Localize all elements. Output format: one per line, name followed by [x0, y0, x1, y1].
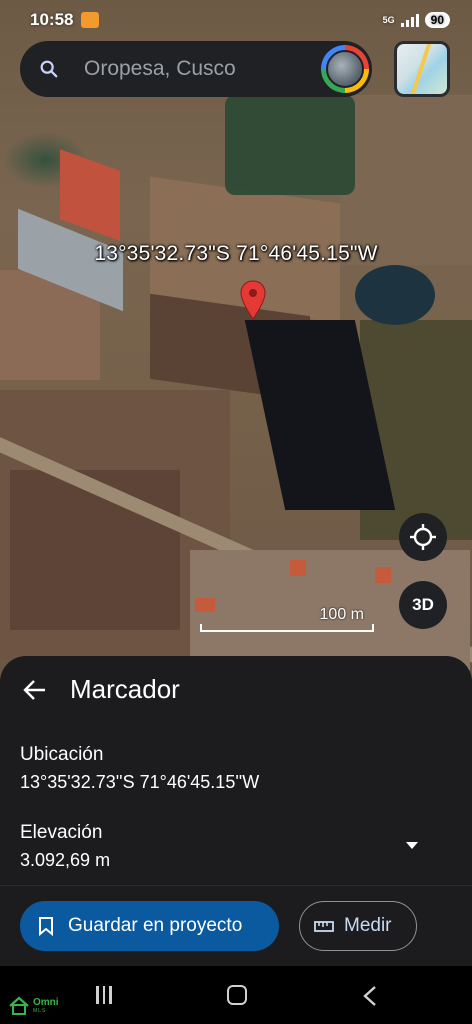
watermark-text: Omni [33, 997, 59, 1008]
network-type: 5G [382, 14, 395, 25]
back-icon[interactable] [362, 986, 378, 1006]
scale-bar [200, 624, 374, 632]
map-building [60, 149, 120, 241]
measure-button-label: Medir [344, 915, 392, 936]
search-icon [40, 60, 58, 78]
watermark-subtext: MLS [33, 1008, 47, 1014]
measure-button[interactable]: Medir [299, 901, 417, 951]
status-time: 10:58 [30, 10, 74, 29]
map-building [375, 567, 391, 583]
3d-toggle-button[interactable]: 3D [399, 581, 447, 629]
location-label: Ubicación [20, 744, 104, 765]
search-bar[interactable]: Oropesa, Cusco [20, 41, 372, 97]
map-pin-icon[interactable] [240, 280, 266, 320]
sheet-title: Marcador [70, 674, 180, 704]
divider [0, 885, 472, 886]
save-button-label: Guardar en proyecto [68, 915, 243, 936]
map-wetland [225, 95, 355, 195]
home-icon[interactable] [227, 985, 247, 1005]
signal-icon [400, 13, 419, 27]
save-to-project-button[interactable]: Guardar en proyecto [20, 901, 279, 951]
map-scale: 100 m [200, 606, 374, 632]
watermark-logo: Omni MLS [8, 996, 59, 1016]
bookmark-icon [39, 917, 53, 936]
map-building [290, 560, 306, 576]
notification-icon [81, 12, 100, 28]
battery-indicator: 90 [424, 12, 450, 28]
map-pond [355, 265, 435, 325]
account-avatar[interactable] [321, 45, 369, 93]
status-bar: 10:58 5G 90 [0, 0, 472, 40]
dropdown-arrow-icon[interactable] [404, 841, 420, 851]
system-nav-bar [0, 966, 472, 1024]
crosshair-icon [410, 524, 436, 550]
pin-coordinates-label: 13°35'32.73"S 71°46'45.15"W [94, 242, 378, 265]
location-value: 13°35'32.73''S 71°46'45.15''W [20, 772, 260, 792]
scale-label: 100 m [319, 606, 364, 623]
map-field [340, 95, 472, 265]
placemark-sheet: Marcador Ubicación 13°35'32.73''S 71°46'… [0, 656, 472, 966]
elevation-value: 3.092,69 m [20, 850, 111, 870]
ruler-icon [314, 921, 334, 932]
elevation-label: Elevación [20, 822, 103, 843]
search-placeholder: Oropesa, Cusco [84, 57, 236, 80]
house-logo-icon [9, 996, 29, 1015]
map-layers-button[interactable] [394, 41, 450, 97]
my-location-button[interactable] [399, 513, 447, 561]
recents-icon[interactable] [96, 986, 112, 1004]
sheet-header: Marcador [22, 674, 180, 705]
back-arrow-icon[interactable] [22, 677, 48, 703]
